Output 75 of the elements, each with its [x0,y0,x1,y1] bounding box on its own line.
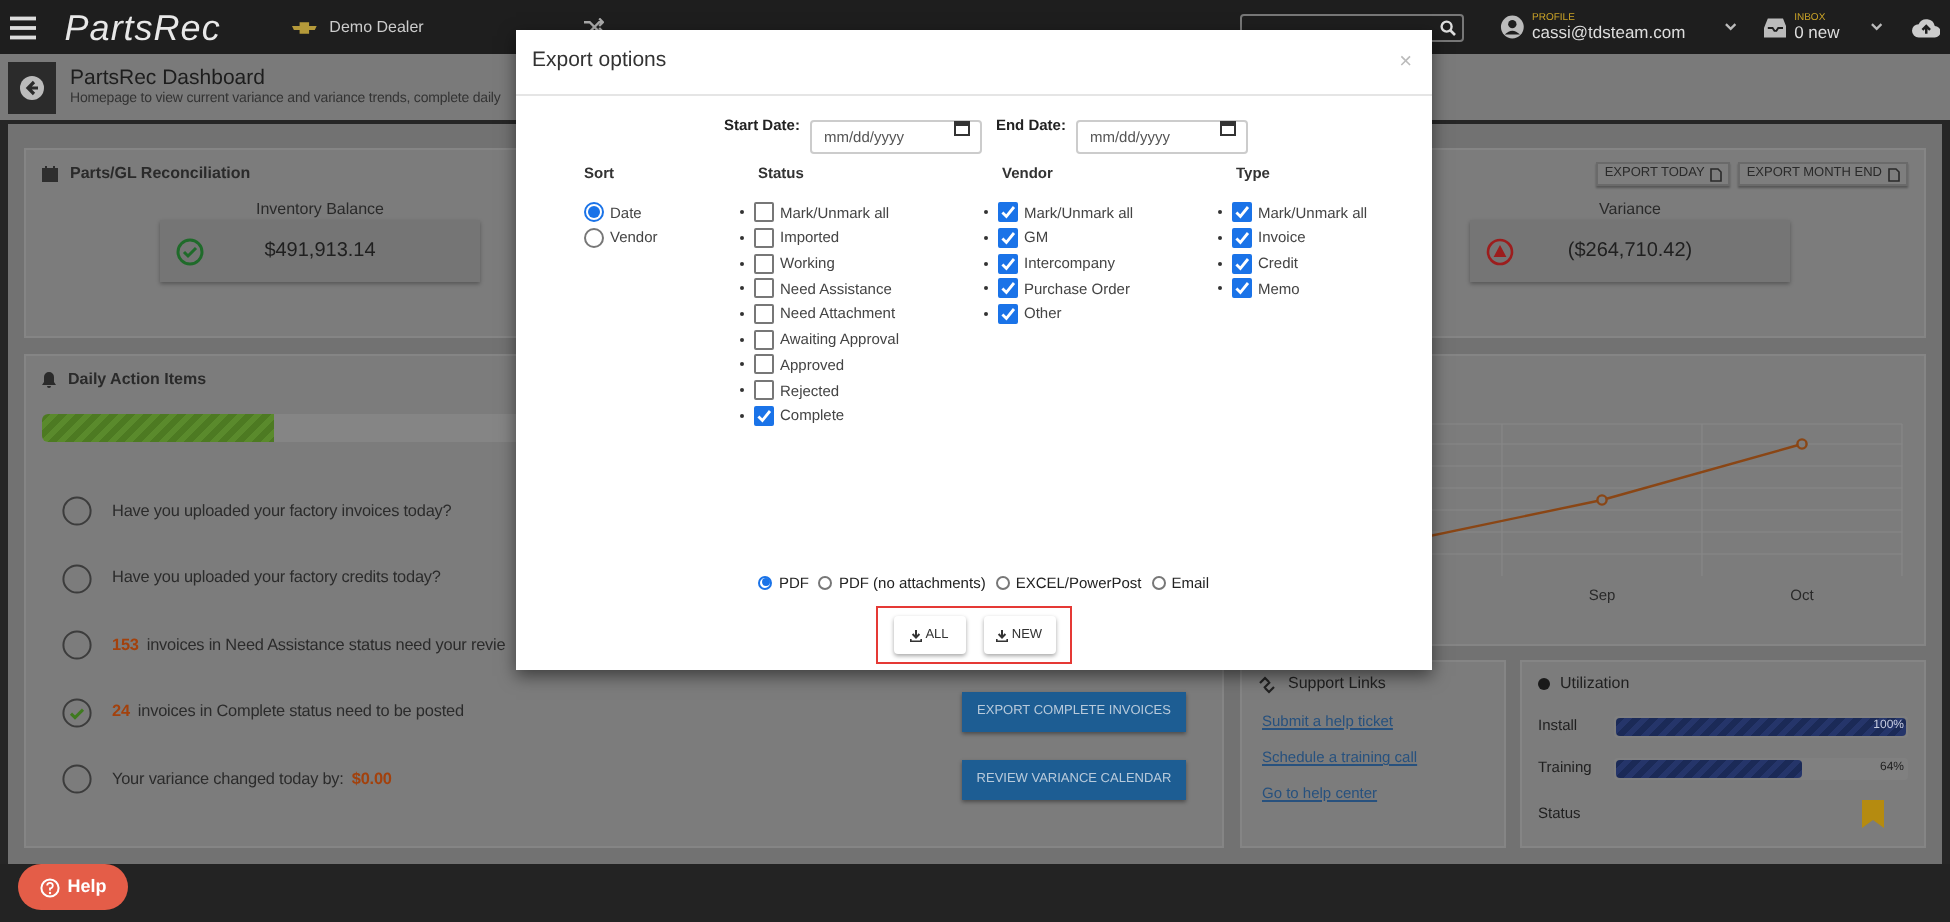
cloud-upload-icon[interactable] [1911,16,1940,38]
bookmark-icon [1862,800,1884,828]
highlighted-number: 24 [112,700,130,725]
menu-icon[interactable] [10,15,37,39]
checkbox[interactable] [1232,253,1252,274]
search-icon [1439,19,1456,35]
help-button[interactable]: Help [18,864,128,910]
checkbox[interactable] [1232,278,1252,299]
page-title: PartsRec Dashboard [70,65,265,91]
calendar-icon[interactable] [953,119,970,135]
back-arrow-icon [20,75,44,99]
checkbox[interactable] [754,329,774,350]
checkbox[interactable] [754,228,774,249]
radio-button[interactable] [818,575,833,590]
download-icon [909,629,922,641]
document-icon [1888,167,1900,181]
action-item-text: Have you uploaded your factory credits today? [112,566,441,591]
checkbox[interactable] [754,304,774,325]
radio-button[interactable] [995,575,1010,590]
action-item-text: invoices in Need Assistance status need your revie [146,633,506,658]
warning-icon [1486,237,1514,265]
caret-icon[interactable] [1870,22,1884,32]
checkbox[interactable] [754,405,774,426]
stat-value: ($264,710.42) [1565,238,1695,266]
profile-email[interactable]: cassi@tdsteam.com [1532,23,1723,41]
checked-circle-icon[interactable] [62,697,92,728]
radio-button[interactable] [584,202,604,223]
stat-label: Variance [1599,198,1661,220]
document-icon [1710,167,1723,181]
radio-button[interactable] [584,228,604,249]
action-item-text: invoices in Complete status need to be posted [137,700,464,725]
action-item-text: Have you uploaded your factory invoices today? [112,499,452,524]
card-title: Support Links [1288,672,1386,696]
calendar-icon[interactable] [1219,119,1236,135]
inbox-count[interactable]: 0 new [1794,23,1871,41]
action-item-text: Your variance changed today by: [112,767,344,792]
caret-icon[interactable] [1724,22,1738,32]
checkbox[interactable] [998,228,1018,249]
empty-circle-icon[interactable] [62,630,92,661]
radio-button[interactable] [1151,575,1166,590]
checkbox[interactable] [998,253,1018,274]
dialog-title: Export options [532,46,667,77]
stat-label: Inventory Balance [255,198,385,220]
download-icon [995,629,1008,641]
card-title: Daily Action Items [68,368,207,392]
empty-circle-icon[interactable] [62,563,92,594]
checkbox[interactable] [754,380,774,401]
stat-value: $491,913.14 [262,238,378,266]
calendar-icon [42,166,58,182]
checkbox[interactable] [998,304,1018,325]
checkbox[interactable] [754,354,774,375]
empty-circle-icon[interactable] [62,764,92,795]
checkbox[interactable] [998,278,1018,299]
empty-circle-icon[interactable] [62,496,92,527]
back-button[interactable] [8,61,56,113]
app-logo: PartsRec [64,9,221,45]
dealer-name: Demo Dealer [329,15,424,39]
card-title: Parts/GL Reconciliation [70,162,251,186]
checkbox[interactable] [1232,228,1252,249]
checkbox[interactable] [998,202,1018,223]
inbox-icon[interactable] [1763,17,1787,37]
user-avatar-icon[interactable] [1499,14,1525,40]
radio-button[interactable] [758,575,773,590]
close-button[interactable]: × [1399,51,1416,73]
question-icon [39,877,60,897]
bell-icon [42,372,56,388]
checkbox[interactable] [754,253,774,274]
checkbox[interactable] [754,278,774,299]
highlighted-number: $0.00 [351,767,392,792]
check-circle-icon [176,237,204,265]
bowtie-icon [292,21,318,33]
checkbox[interactable] [1232,202,1252,223]
card-title: Utilization [1560,672,1630,696]
highlighted-number: 153 [112,633,139,658]
checkbox[interactable] [754,202,774,223]
